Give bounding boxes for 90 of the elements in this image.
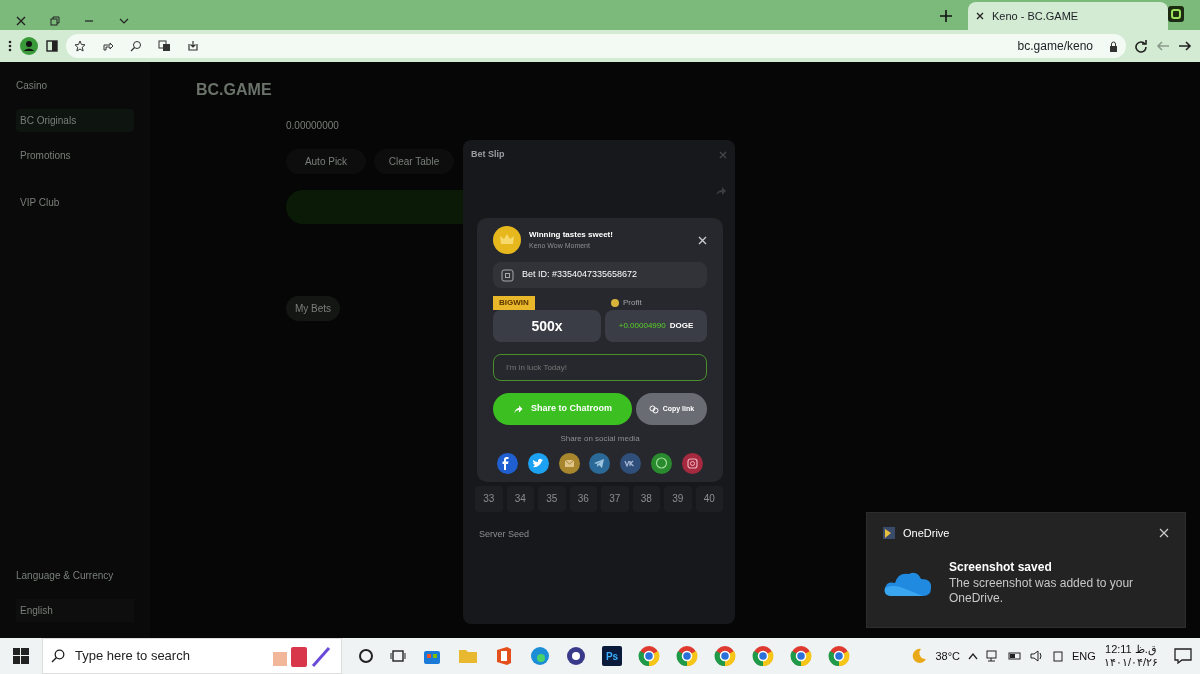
side-panel-icon[interactable]	[46, 40, 58, 52]
language-label: Language & Currency	[16, 569, 115, 583]
start-icon[interactable]	[13, 648, 29, 664]
clock-date[interactable]: ۱۴۰۱/۰۴/۲۶	[1103, 656, 1158, 670]
section-label: Server Seed	[478, 527, 531, 541]
message-field[interactable]: I'm in luck Today!	[493, 354, 707, 381]
search-icon	[51, 649, 65, 663]
bets-tab[interactable]: My Bets	[286, 296, 341, 321]
sidebar-item[interactable]: VIP Club	[16, 195, 134, 210]
office-icon[interactable]	[494, 646, 514, 666]
logo[interactable]: BC.GAME	[196, 78, 454, 102]
nav-link[interactable]: Casino	[16, 78, 134, 93]
zoom-icon[interactable]	[130, 40, 142, 52]
social-label: Share on social media	[559, 433, 641, 445]
profile-icon[interactable]	[20, 37, 38, 55]
dialog-title: Bet Slip	[471, 148, 505, 161]
search-highlight-drawing	[271, 644, 333, 668]
app-icon	[883, 527, 895, 540]
number-tile[interactable]: 36	[569, 485, 597, 512]
close-tab-icon[interactable]	[976, 12, 984, 20]
search-field[interactable]: Type here to search	[73, 645, 263, 667]
volume-icon[interactable]	[1030, 650, 1045, 662]
star-icon[interactable]	[74, 40, 86, 52]
instagram-icon[interactable]	[681, 453, 703, 474]
bet-amount[interactable]: 0.00000000	[286, 118, 454, 133]
popup-title: Winning tastes sweet!	[529, 228, 613, 241]
cortana-icon[interactable]	[358, 648, 374, 664]
chrome-icon[interactable]	[676, 645, 698, 667]
weather-temperature[interactable]: 38°C	[935, 647, 961, 665]
profit-label: Profit	[623, 297, 642, 310]
lock-icon	[1109, 40, 1118, 52]
receipt-icon	[501, 268, 514, 282]
sidebar-item[interactable]: BC Originals	[16, 109, 134, 132]
game-button[interactable]: Auto Pick	[286, 149, 366, 174]
language-select[interactable]: English	[16, 599, 134, 622]
facebook-icon[interactable]	[497, 453, 518, 474]
chrome-icon[interactable]	[828, 645, 850, 667]
number-tile[interactable]: 33	[475, 485, 503, 512]
notifications-icon[interactable]	[1174, 648, 1192, 664]
search-box[interactable]: Type here to search	[42, 638, 342, 674]
multiplier: 500x	[531, 316, 563, 336]
disc-icon[interactable]	[566, 646, 586, 666]
email-icon[interactable]	[558, 453, 580, 474]
currency: DOGE	[669, 320, 694, 333]
number-tile[interactable]: 38	[632, 485, 660, 512]
clock-time[interactable]: 12:11 ق.ظ	[1105, 642, 1157, 656]
battery-icon[interactable]	[1008, 650, 1023, 662]
win-ribbon: BIGWIN	[493, 296, 535, 311]
new-tab-icon[interactable]	[940, 10, 952, 22]
chrome-icon[interactable]	[790, 645, 812, 667]
close-icon[interactable]	[16, 16, 26, 26]
chat-icon[interactable]	[651, 453, 673, 474]
share-icon[interactable]	[102, 40, 114, 52]
link-icon	[648, 404, 659, 414]
number-tile[interactable]: 35	[538, 485, 566, 512]
game-button[interactable]: Clear Table	[374, 149, 454, 174]
chevron-down-icon[interactable]	[118, 16, 130, 26]
bet-id: Bet ID: #3354047335658672	[522, 268, 638, 282]
number-tile[interactable]: 37	[601, 485, 629, 512]
task-view-icon[interactable]	[390, 648, 406, 664]
forward-icon[interactable]	[1178, 39, 1192, 53]
coin-icon	[611, 299, 619, 308]
sidebar-item[interactable]: Promotions	[16, 148, 134, 163]
telegram-icon[interactable]	[589, 453, 611, 474]
restore-icon[interactable]	[50, 16, 60, 26]
chevron-up-icon[interactable]	[968, 652, 979, 660]
vk-icon[interactable]	[620, 453, 642, 474]
number-tile[interactable]: 39	[664, 485, 692, 512]
reload-icon[interactable]	[1134, 39, 1148, 53]
number-tile[interactable]: 34	[506, 485, 534, 512]
crown-coin-icon	[493, 226, 521, 254]
more-icon[interactable]	[8, 40, 12, 52]
number-tile[interactable]: 40	[695, 485, 723, 512]
notification-title: Screenshot saved	[949, 558, 1053, 576]
app-name: OneDrive	[903, 526, 950, 541]
chrome-icon[interactable]	[752, 645, 774, 667]
twitter-icon[interactable]	[527, 453, 549, 474]
edge-icon[interactable]	[530, 646, 550, 666]
notification-body: The screenshot was added to your OneDrive.	[949, 575, 1135, 607]
extension-icon[interactable]	[1168, 6, 1184, 22]
share-arrow-icon	[512, 404, 523, 414]
chrome-icon[interactable]	[714, 645, 736, 667]
chrome-icon[interactable]	[638, 645, 660, 667]
url-text[interactable]: bc.game/keno	[1017, 37, 1093, 55]
input-language[interactable]: ENG	[1072, 647, 1096, 665]
photoshop-icon[interactable]: Ps	[602, 646, 622, 666]
translate-icon[interactable]	[158, 40, 171, 52]
moon-icon	[911, 648, 928, 664]
profit-amount: +0.00004990	[618, 320, 666, 333]
install-icon[interactable]	[187, 40, 199, 52]
